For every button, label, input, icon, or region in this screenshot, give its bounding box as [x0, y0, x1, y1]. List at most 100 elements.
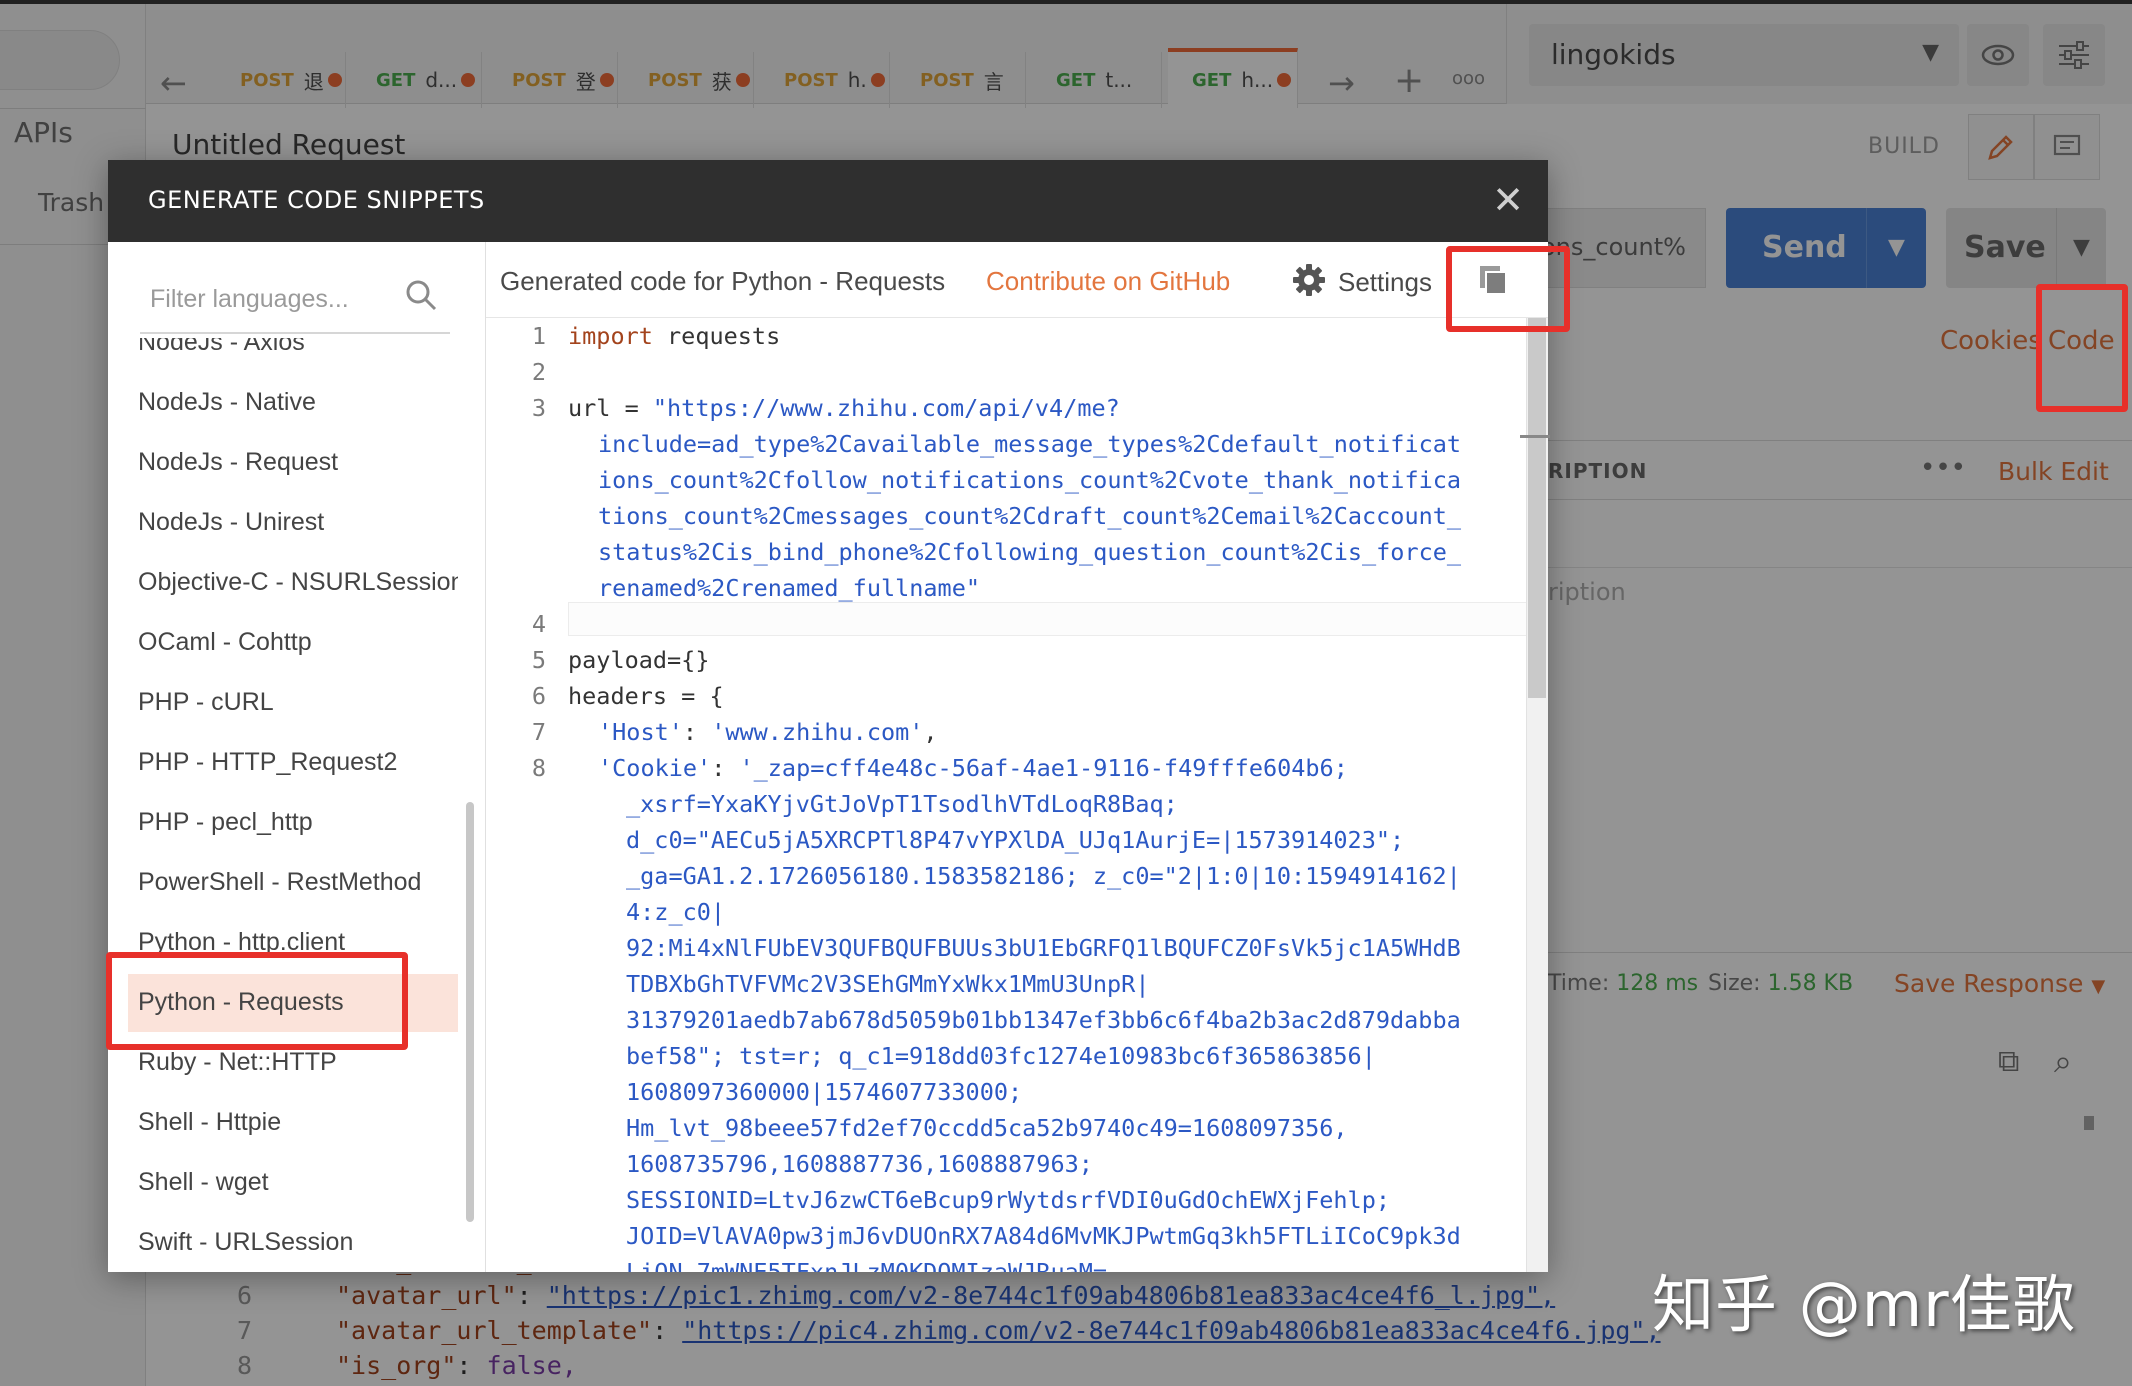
- search-icon[interactable]: [404, 278, 438, 316]
- code-string: TDBXbGhTVFVMc2V3SEhGMmYxWkx1MmU3UnpR|: [626, 970, 1150, 998]
- code-line-wrap: bef58"; tst=r; q_c1=918dd03fc1274e10983b…: [626, 1038, 1376, 1074]
- code-line-wrap: tions_count%2Cmessages_count%2Cdraft_cou…: [598, 498, 1461, 534]
- code-string: 'www.zhihu.com': [711, 718, 924, 746]
- language-filter: [140, 264, 450, 334]
- modal-title: GENERATE CODE SNIPPETS: [148, 186, 485, 214]
- language-item[interactable]: PHP - HTTP_Request2: [128, 734, 458, 792]
- code-string: 'Host': [598, 718, 683, 746]
- code-string: renamed%2Crenamed_fullname": [598, 574, 981, 602]
- code-line-wrap: d_c0="AECu5jA5XRCPTl8P47vYPXlDA_UJq1Aurj…: [626, 822, 1404, 858]
- zhihu-watermark: 知乎 @mr佳歌: [1652, 1268, 2076, 1341]
- code-line-wrap: ions_count%2Cfollow_notifications_count%…: [598, 462, 1461, 498]
- code-line-wrap: JOID=VlAVA0pw3jmJ6vDUOnRX7A84d6MvMKJPwtm…: [626, 1218, 1461, 1254]
- line-number: 8: [531, 754, 546, 782]
- code-text: requests: [652, 322, 781, 350]
- code-string: ions_count%2Cfollow_notifications_count%…: [598, 466, 1462, 494]
- language-item[interactable]: PHP - pecl_http: [128, 794, 458, 852]
- annotation-highlight-code-link: [2036, 284, 2128, 412]
- language-item[interactable]: NodeJs - Axios: [128, 338, 458, 372]
- code-string: include=ad_type%2Cavailable_message_type…: [598, 430, 1462, 458]
- code-string: status%2Cis_bind_phone%2Cfollowing_quest…: [598, 538, 1462, 566]
- scroll-position-marker: [1520, 435, 1550, 438]
- code-line-wrap: 4:z_c0|: [626, 894, 725, 930]
- code-string: 1608735796,1608887736,1608887963;: [626, 1150, 1093, 1178]
- code-line-wrap: TDBXbGhTVFVMc2V3SEhGMmYxWkx1MmU3UnpR|: [626, 966, 1149, 1002]
- settings-label: Settings: [1338, 266, 1432, 297]
- code-string: Hm_lvt_98beee57fd2ef70ccdd5ca52b9740c49=…: [626, 1114, 1348, 1142]
- code-line-wrap: Hm_lvt_98beee57fd2ef70ccdd5ca52b9740c49=…: [626, 1110, 1348, 1146]
- settings-button[interactable]: Settings: [1292, 262, 1432, 302]
- language-item[interactable]: Shell - wget: [128, 1154, 458, 1212]
- code-line-wrap: SESSIONID=LtvJ6zwCT6eBcup9rWytdsrfVDI0uG…: [626, 1182, 1390, 1218]
- code-line-wrap: LiQN_7mWNE5TFxnJLzM0KDOMIzaWJRuaM=: [626, 1254, 1107, 1272]
- language-item[interactable]: NodeJs - Request: [128, 434, 458, 492]
- language-list-scrollbar[interactable]: [466, 802, 474, 1222]
- language-item[interactable]: NodeJs - Unirest: [128, 494, 458, 552]
- code-line: payload={}: [568, 642, 709, 678]
- code-string: _xsrf=YxaKYjvGtJoVpT1TsodlhVTdLoqR8Baq;: [626, 790, 1178, 818]
- filter-languages-input[interactable]: [140, 276, 390, 322]
- code-string: _ga=GA1.2.1726056180.1583582186; z_c0="2…: [626, 862, 1461, 890]
- gear-icon: [1292, 263, 1326, 301]
- code-text: :: [682, 718, 712, 746]
- annotation-highlight-copy-button: [1446, 246, 1570, 332]
- code-line-wrap: 1608097360000|1574607733000;: [626, 1074, 1022, 1110]
- code-text: ,: [923, 718, 938, 746]
- code-string: 92:Mi4xNlFUbEV3QUFBQUFBUUs3bU1EbGRFQ1lBQ…: [626, 934, 1461, 962]
- code-text: :: [711, 754, 740, 782]
- code-scrollbar[interactable]: [1528, 318, 1546, 698]
- code-string: 'Cookie': [598, 754, 712, 782]
- code-line-wrap: _ga=GA1.2.1726056180.1583582186; z_c0="2…: [626, 858, 1461, 894]
- code-string: '_zap=cff4e48c-56af-4ae1-9116-f49fffe604…: [739, 754, 1348, 782]
- code-line: 'Host': 'www.zhihu.com',: [598, 714, 938, 750]
- code-line: headers = {: [568, 678, 724, 714]
- line-number: 4: [531, 610, 546, 638]
- code-text: url =: [568, 394, 653, 422]
- line-number: 5: [531, 646, 546, 674]
- modal-header: GENERATE CODE SNIPPETS ✕: [108, 160, 1548, 242]
- line-number: 3: [531, 394, 546, 422]
- code-line: 'Cookie': '_zap=cff4e48c-56af-4ae1-9116-…: [598, 750, 1348, 786]
- code-keyword: import: [568, 322, 653, 350]
- language-item[interactable]: Swift - URLSession: [128, 1214, 458, 1272]
- line-number: 2: [531, 358, 546, 386]
- close-icon[interactable]: ✕: [1488, 180, 1528, 220]
- language-list: NodeJs - Axios NodeJs - Native NodeJs - Re…: [108, 338, 458, 1272]
- code-line: url = "https://www.zhihu.com/api/v4/me?: [568, 390, 1120, 426]
- code-string: tions_count%2Cmessages_count%2Cdraft_cou…: [598, 502, 1462, 530]
- code-line-wrap: _xsrf=YxaKYjvGtJoVpT1TsodlhVTdLoqR8Baq;: [626, 786, 1178, 822]
- code-editor[interactable]: 1 2 3 4 5 6 7 8 import requests url = "https://ww…: [486, 318, 1528, 1272]
- code-string: JOID=VlAVA0pw3jmJ6vDUOnRX7A84d6MvMKJPwtm…: [626, 1222, 1461, 1250]
- language-item[interactable]: PowerShell - RestMethod: [128, 854, 458, 912]
- language-item[interactable]: NodeJs - Native: [128, 374, 458, 432]
- line-number: 6: [531, 682, 546, 710]
- code-line-wrap: 92:Mi4xNlFUbEV3QUFBQUFBUUs3bU1EbGRFQ1lBQ…: [626, 930, 1461, 966]
- generated-code-heading: Generated code for Python - Requests: [500, 266, 946, 296]
- code-string: LiQN_7mWNE5TFxnJLzM0KDOMIzaWJRuaM=: [626, 1258, 1108, 1272]
- code-toolbar: Generated code for Python - Requests Con…: [486, 242, 1548, 318]
- generate-code-snippets-modal: GENERATE CODE SNIPPETS ✕ NodeJs - AxiosN…: [108, 160, 1548, 1272]
- language-item[interactable]: Objective-C - NSURLSession: [128, 554, 458, 612]
- language-item[interactable]: Shell - Httpie: [128, 1094, 458, 1152]
- code-line-wrap: include=ad_type%2Cavailable_message_type…: [598, 426, 1461, 462]
- language-panel: NodeJs - AxiosNodeJs - NativeNodeJs - Re…: [108, 242, 486, 1272]
- code-string: bef58"; tst=r; q_c1=918dd03fc1274e10983b…: [626, 1042, 1376, 1070]
- code-string: SESSIONID=LtvJ6zwCT6eBcup9rWytdsrfVDI0uG…: [626, 1186, 1391, 1214]
- language-item[interactable]: PHP - cURL: [128, 674, 458, 732]
- code-text: payload={}: [568, 646, 710, 674]
- contribute-on-github-link[interactable]: Contribute on GitHub: [986, 266, 1230, 297]
- code-line: import requests: [568, 318, 780, 354]
- code-line-wrap: status%2Cis_bind_phone%2Cfollowing_quest…: [598, 534, 1461, 570]
- code-text: headers = {: [568, 682, 724, 710]
- language-item[interactable]: OCaml - Cohttp: [128, 614, 458, 672]
- current-line-highlight: [568, 602, 1528, 636]
- code-line-wrap: 31379201aedb7ab678d5059b01bb1347ef3bb6c6…: [626, 1002, 1461, 1038]
- line-number: 1: [531, 322, 546, 350]
- code-string: "https://www.zhihu.com/api/v4/me?: [652, 394, 1120, 422]
- annotation-highlight-python-requests: [106, 952, 408, 1050]
- code-line-wrap: renamed%2Crenamed_fullname": [598, 570, 980, 606]
- code-string: 31379201aedb7ab678d5059b01bb1347ef3bb6c6…: [626, 1006, 1461, 1034]
- line-number: 7: [531, 718, 546, 746]
- code-string: d_c0="AECu5jA5XRCPTl8P47vYPXlDA_UJq1Aurj…: [626, 826, 1405, 854]
- code-panel: Generated code for Python - Requests Con…: [486, 242, 1548, 1272]
